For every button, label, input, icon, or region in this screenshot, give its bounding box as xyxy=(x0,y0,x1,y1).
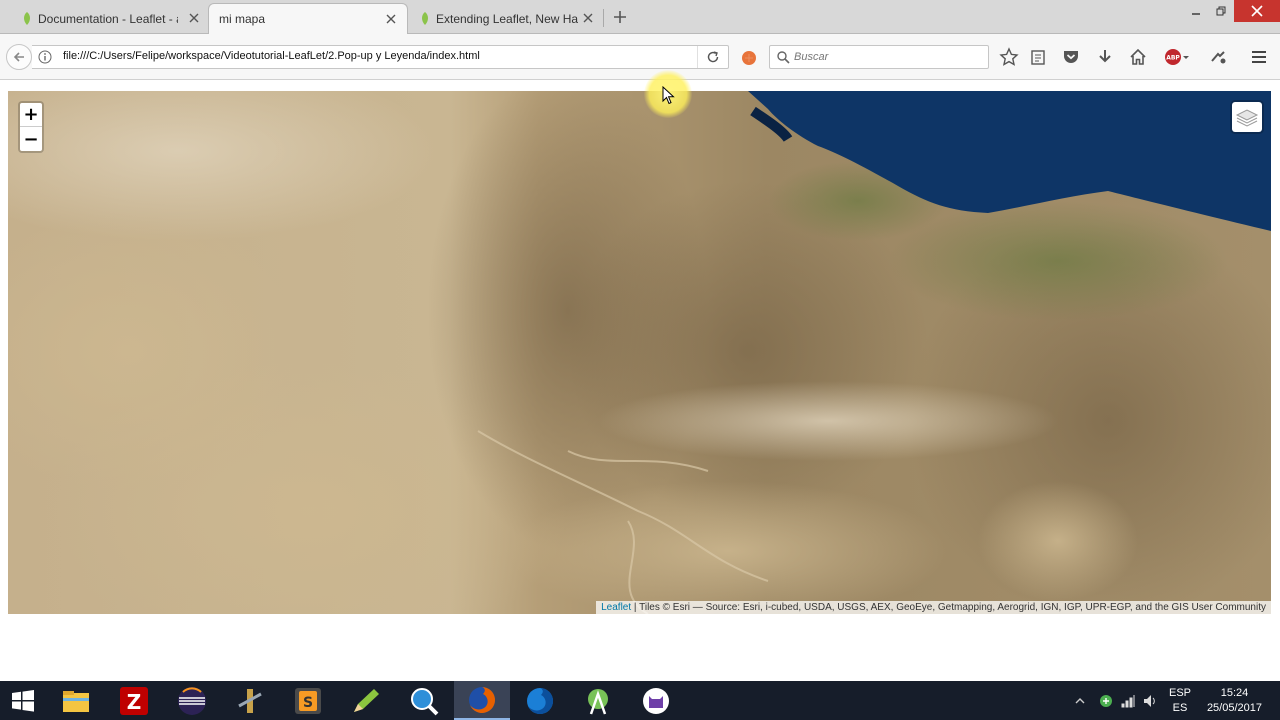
zoom-control: + − xyxy=(18,101,44,153)
taskbar-eclipse[interactable] xyxy=(164,681,220,720)
start-button[interactable] xyxy=(0,681,46,720)
tab-label: Extending Leaflet, New Hand xyxy=(436,11,578,26)
pencil-app-icon xyxy=(354,688,379,712)
info-icon[interactable] xyxy=(38,50,52,64)
leaflet-favicon-icon xyxy=(24,12,30,25)
taskbar-tools[interactable] xyxy=(222,681,278,720)
navigation-bar: file:///C:/Users/Felipe/workspace/Videot… xyxy=(0,34,1280,80)
clock[interactable]: 15:24 25/05/2017 xyxy=(1207,686,1262,716)
system-tray xyxy=(1074,681,1158,720)
taskbar-pencil-app[interactable] xyxy=(338,681,394,720)
android-studio-icon xyxy=(588,688,608,714)
tab-mi-mapa[interactable]: mi mapa xyxy=(208,3,408,34)
keyboard-layout: ES xyxy=(1172,702,1188,714)
tools-icon xyxy=(238,688,262,713)
zoom-out-button[interactable]: − xyxy=(20,127,42,151)
taskbar-github[interactable] xyxy=(628,681,684,720)
signal-icon[interactable] xyxy=(1120,693,1136,709)
taskbar-filezilla[interactable]: Z xyxy=(106,681,162,720)
close-window-button[interactable] xyxy=(1234,0,1280,22)
close-tab-icon[interactable] xyxy=(383,11,399,27)
chevron-up-icon[interactable] xyxy=(1074,695,1086,707)
taskbar-file-explorer[interactable] xyxy=(48,681,104,720)
extension-icon[interactable] xyxy=(1208,47,1228,67)
address-url[interactable]: file:///C:/Users/Felipe/workspace/Videot… xyxy=(63,50,480,62)
tab-extending-leaflet[interactable]: Extending Leaflet, New Hand xyxy=(408,3,604,34)
taskbar-android-studio[interactable] xyxy=(570,681,626,720)
start-icon xyxy=(12,689,34,712)
satellite-imagery xyxy=(8,91,1271,614)
minimize-icon xyxy=(1192,13,1200,15)
reading-list-icon[interactable] xyxy=(1028,47,1048,67)
leaflet-favicon-icon xyxy=(422,12,428,25)
firefox-icon xyxy=(469,686,495,713)
restore-button[interactable] xyxy=(1208,0,1234,22)
tab-strip: Documentation - Leaflet - a mi mapa Exte… xyxy=(0,0,1280,34)
sublime-text-icon: S xyxy=(295,687,321,714)
input-language[interactable]: ESP ES xyxy=(1168,686,1192,716)
search-bar[interactable]: Buscar xyxy=(769,45,989,69)
map-attribution: Leaflet | Tiles © Esri — Source: Esri, i… xyxy=(596,601,1271,614)
zoom-in-button[interactable]: + xyxy=(20,103,42,127)
back-button[interactable] xyxy=(6,44,32,70)
adblock-icon[interactable]: ABP xyxy=(1163,47,1191,67)
back-arrow-icon xyxy=(13,52,24,62)
file-explorer-icon xyxy=(63,690,89,712)
network-status-icon[interactable] xyxy=(1098,693,1114,709)
close-icon xyxy=(1251,5,1263,17)
search-icon xyxy=(777,51,790,64)
menu-icon[interactable] xyxy=(1249,47,1269,67)
divider xyxy=(697,46,698,68)
language-code: ESP xyxy=(1168,687,1191,699)
leaflet-attribution-link[interactable]: Leaflet xyxy=(601,602,631,613)
layers-control-button[interactable] xyxy=(1230,100,1264,134)
reload-icon[interactable] xyxy=(706,50,720,64)
search-app-icon xyxy=(411,687,439,715)
address-bar[interactable]: file:///C:/Users/Felipe/workspace/Videot… xyxy=(32,45,729,69)
tab-documentation[interactable]: Documentation - Leaflet - a xyxy=(14,3,210,34)
svg-text:ABP: ABP xyxy=(1166,55,1180,62)
filezilla-icon: Z xyxy=(120,686,148,715)
download-icon[interactable] xyxy=(1095,47,1115,67)
clock-date: 25/05/2017 xyxy=(1206,702,1262,714)
eclipse-icon xyxy=(178,686,206,715)
taskbar-firefox-dev[interactable] xyxy=(512,681,568,720)
firebug-icon[interactable] xyxy=(741,50,757,66)
restore-icon xyxy=(1216,6,1226,16)
taskbar-sublime-text[interactable]: S xyxy=(280,681,336,720)
windows-taskbar: Z S ESP ES 15:24 25/05/2017 xyxy=(0,681,1280,720)
home-icon[interactable] xyxy=(1128,47,1148,67)
layers-icon xyxy=(1235,109,1259,127)
svg-text:S: S xyxy=(303,695,313,711)
firefox-dev-icon xyxy=(527,687,553,714)
bookmark-star-icon[interactable] xyxy=(999,47,1019,67)
volume-icon[interactable] xyxy=(1142,693,1158,709)
map-container[interactable]: + − Leaflet | Tiles © Esri — Source: Esr… xyxy=(8,91,1271,614)
tab-label: Documentation - Leaflet - a xyxy=(38,11,178,26)
svg-text:Z: Z xyxy=(127,690,142,714)
attribution-text: | Tiles © Esri — Source: Esri, i-cubed, … xyxy=(631,602,1266,613)
minimize-button[interactable] xyxy=(1182,0,1210,22)
pocket-icon[interactable] xyxy=(1061,47,1081,67)
taskbar-search-app[interactable] xyxy=(396,681,452,720)
taskbar-firefox[interactable] xyxy=(454,681,510,720)
github-icon xyxy=(643,687,669,714)
close-tab-icon[interactable] xyxy=(580,10,596,26)
page-content: + − Leaflet | Tiles © Esri — Source: Esr… xyxy=(0,81,1280,681)
new-tab-icon[interactable] xyxy=(610,7,630,27)
search-placeholder: Buscar xyxy=(794,51,829,63)
close-tab-icon[interactable] xyxy=(186,10,202,26)
mouse-cursor-icon xyxy=(662,86,675,105)
tab-label: mi mapa xyxy=(219,12,266,26)
clock-time: 15:24 xyxy=(1220,687,1249,699)
